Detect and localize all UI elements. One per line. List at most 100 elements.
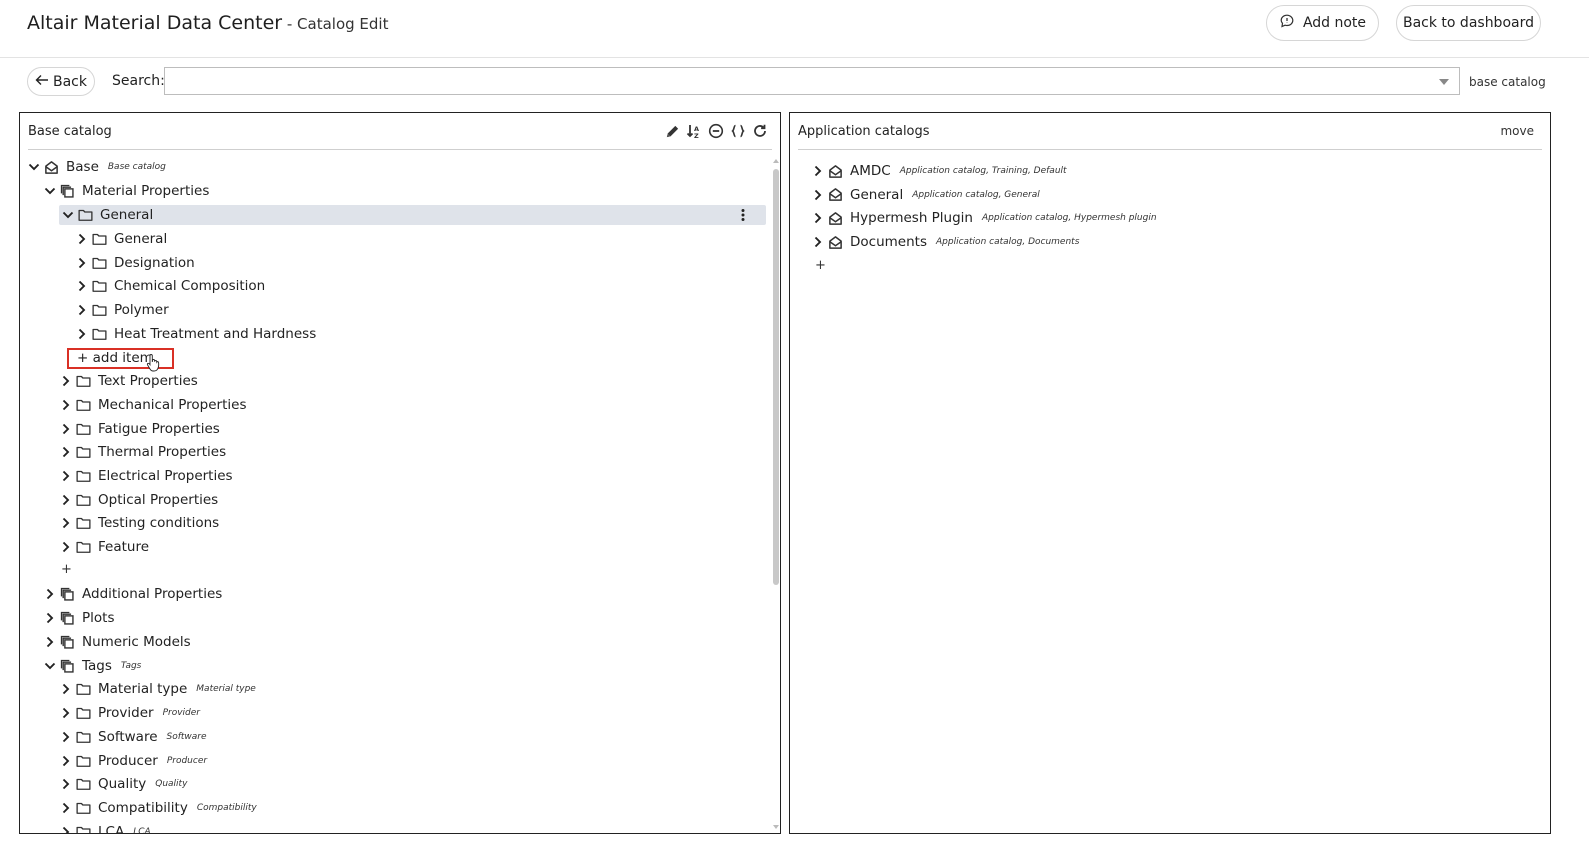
tree-node-label[interactable]: Heat Treatment and Hardness (114, 326, 316, 342)
chevron-right-icon[interactable] (59, 682, 73, 696)
tree-node-label[interactable]: AMDC (850, 163, 891, 179)
tree-node[interactable]: Optical Properties (59, 490, 218, 510)
chevron-right-icon[interactable] (59, 493, 73, 507)
tree-node[interactable]: Electrical Properties (59, 466, 233, 486)
tree-node-label[interactable]: General (100, 207, 153, 223)
back-button[interactable]: Back (27, 67, 95, 96)
tree-node-label[interactable]: Fatigue Properties (98, 421, 220, 437)
tree-node[interactable]: Polymer (75, 300, 169, 320)
chevron-right-icon[interactable] (43, 611, 57, 625)
search-input[interactable] (165, 68, 1459, 94)
tree-node[interactable]: Heat Treatment and Hardness (75, 324, 316, 344)
chevron-right-icon[interactable] (59, 706, 73, 720)
tree-node[interactable]: Hypermesh Plugin Application catalog, Hyp… (811, 208, 1157, 228)
chevron-right-icon[interactable] (75, 232, 89, 246)
tree-node-label[interactable]: LCA (98, 824, 124, 833)
tree-node[interactable]: Plots (43, 608, 114, 628)
chevron-down-icon[interactable] (27, 160, 41, 174)
chevron-right-icon[interactable] (811, 164, 825, 178)
chevron-down-icon[interactable] (61, 208, 75, 222)
chevron-right-icon[interactable] (75, 279, 89, 293)
tree-node[interactable]: LCA LCA (59, 822, 151, 833)
chevron-right-icon[interactable] (811, 211, 825, 225)
tree-node-label[interactable]: Material Properties (82, 183, 209, 199)
tree-node-label[interactable]: Hypermesh Plugin (850, 210, 973, 226)
tree-node-label[interactable]: Base (66, 159, 99, 175)
tree-node[interactable]: AMDC Application catalog, Training, Defau… (811, 161, 1067, 181)
tree-node-label[interactable]: Electrical Properties (98, 468, 233, 484)
chevron-right-icon[interactable] (59, 469, 73, 483)
chevron-down-icon[interactable] (43, 184, 57, 198)
tree-node-label[interactable]: Provider (98, 705, 154, 721)
tree-node-label[interactable]: Material type (98, 681, 187, 697)
tree-node[interactable]: Testing conditions (59, 513, 219, 533)
chevron-right-icon[interactable] (59, 422, 73, 436)
tree-node[interactable]: Additional Properties (43, 584, 222, 604)
add-item-button[interactable]: + add item (67, 348, 174, 369)
tree-node-label[interactable]: Quality (98, 776, 146, 792)
tree-node[interactable]: Material type Material type (59, 679, 256, 699)
chevron-right-icon[interactable] (59, 540, 73, 554)
chevron-down-icon[interactable] (43, 659, 57, 673)
scroll-up-icon[interactable] (773, 159, 779, 163)
tree-node[interactable]: Fatigue Properties (59, 419, 220, 439)
tree-node-label[interactable]: Designation (114, 255, 195, 271)
tree-node[interactable]: Software Software (59, 727, 207, 747)
scrollbar[interactable] (773, 157, 779, 831)
tree-node[interactable]: General (59, 205, 766, 225)
tree-node-label[interactable]: Plots (82, 610, 114, 626)
tree-node-label[interactable]: Tags (82, 658, 112, 674)
chevron-right-icon[interactable] (59, 801, 73, 815)
chevron-right-icon[interactable] (811, 188, 825, 202)
tree-node[interactable]: Text Properties (59, 371, 198, 391)
tree-node[interactable]: Material Properties (43, 181, 209, 201)
chevron-right-icon[interactable] (811, 235, 825, 249)
add-group-button[interactable]: + (61, 562, 72, 577)
tree-node[interactable]: Provider Provider (59, 703, 200, 723)
search-field[interactable] (164, 67, 1460, 95)
add-catalog-button[interactable]: + (815, 258, 826, 273)
tree-node-label[interactable]: Thermal Properties (98, 444, 226, 460)
tree-node[interactable]: Mechanical Properties (59, 395, 246, 415)
chevron-right-icon[interactable] (59, 777, 73, 791)
tree-node-label[interactable]: Text Properties (98, 373, 198, 389)
tree-node[interactable]: Quality Quality (59, 774, 187, 794)
chevron-right-icon[interactable] (75, 256, 89, 270)
tree-node[interactable]: Producer Producer (59, 751, 207, 771)
more-options-icon[interactable] (740, 207, 748, 223)
tree-node[interactable]: Chemical Composition (75, 276, 265, 296)
back-to-dashboard-button[interactable]: Back to dashboard (1396, 5, 1541, 41)
tree-node-label[interactable]: Compatibility (98, 800, 188, 816)
chevron-right-icon[interactable] (43, 587, 57, 601)
tree-node-label[interactable]: Polymer (114, 302, 169, 318)
tree-node-label[interactable]: Software (98, 729, 158, 745)
tree-node[interactable]: General (75, 229, 167, 249)
tree-node[interactable]: Feature (59, 537, 149, 557)
tree-node-label[interactable]: Optical Properties (98, 492, 218, 508)
chevron-right-icon[interactable] (75, 303, 89, 317)
tree-node[interactable]: General Application catalog, General (811, 185, 1040, 205)
tree-node-label[interactable]: Mechanical Properties (98, 397, 246, 413)
tree-node-label[interactable]: Testing conditions (98, 515, 219, 531)
tree-node-label[interactable]: Additional Properties (82, 586, 222, 602)
chevron-right-icon[interactable] (59, 516, 73, 530)
tree-node[interactable]: Thermal Properties (59, 442, 226, 462)
tree-node-label[interactable]: Feature (98, 539, 149, 555)
tree-node-label[interactable]: Numeric Models (82, 634, 191, 650)
chevron-right-icon[interactable] (75, 327, 89, 341)
chevron-right-icon[interactable] (59, 374, 73, 388)
tree-node-label[interactable]: General (850, 187, 903, 203)
tree-node[interactable]: Designation (75, 253, 195, 273)
scroll-down-icon[interactable] (773, 825, 779, 829)
chevron-right-icon[interactable] (43, 635, 57, 649)
tree-node[interactable]: Tags Tags (43, 656, 141, 676)
tree-node[interactable]: Compatibility Compatibility (59, 798, 257, 818)
tree-node[interactable]: Numeric Models (43, 632, 191, 652)
tree-node[interactable]: Base Base catalog (27, 157, 166, 177)
tree-node-label[interactable]: Chemical Composition (114, 278, 265, 294)
tree-node-label[interactable]: Documents (850, 234, 927, 250)
tree-node-label[interactable]: Producer (98, 753, 158, 769)
chevron-right-icon[interactable] (59, 398, 73, 412)
chevron-right-icon[interactable] (59, 445, 73, 459)
chevron-right-icon[interactable] (59, 825, 73, 833)
